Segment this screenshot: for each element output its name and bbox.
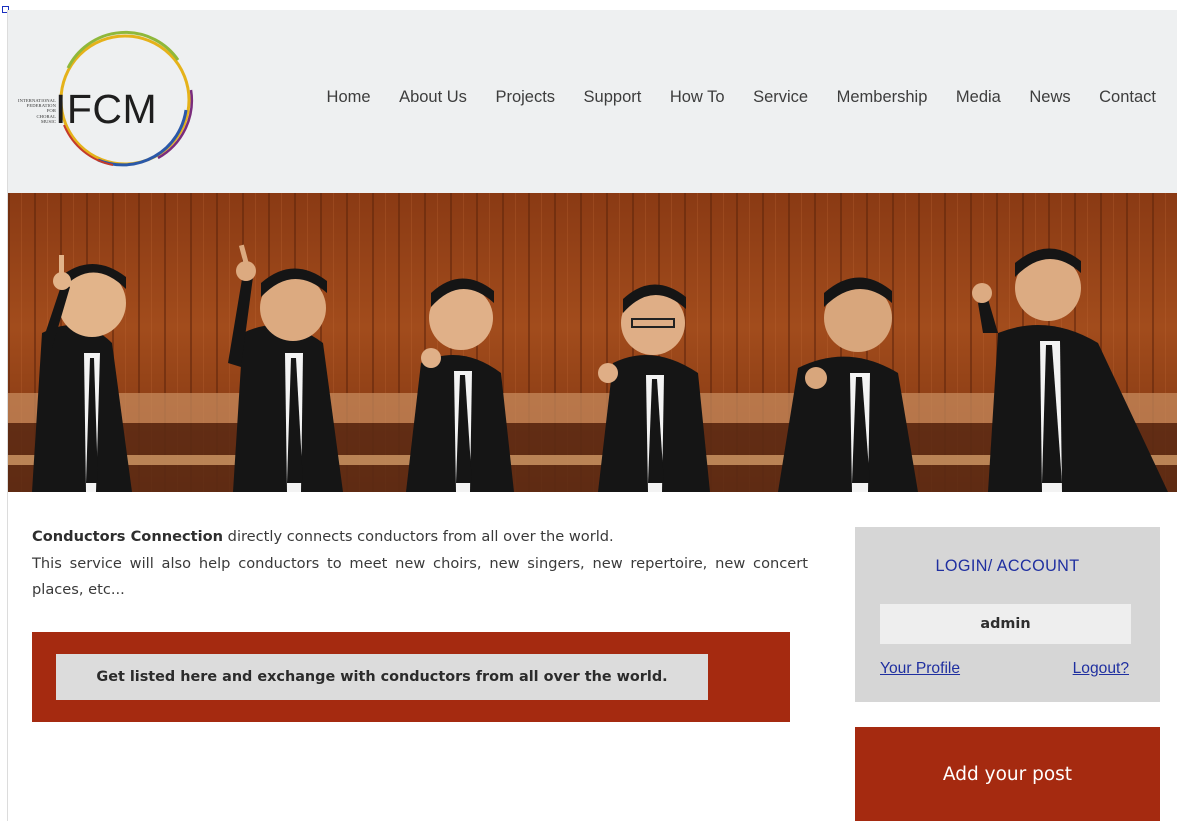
site-header: INTERNATIONAL FEDERATION FOR CHORAL MUSI…: [8, 10, 1177, 193]
nav-support[interactable]: Support: [584, 88, 642, 107]
logged-in-username: admin: [880, 604, 1131, 644]
main-navigation: Home About Us Projects Support How To Se…: [298, 88, 1156, 107]
logout-link[interactable]: Logout?: [1073, 660, 1129, 678]
nav-projects[interactable]: Projects: [495, 88, 555, 107]
nav-news[interactable]: News: [1029, 88, 1070, 107]
intro-text: Conductors Connection directly connects …: [32, 528, 808, 598]
your-profile-link[interactable]: Your Profile: [880, 660, 960, 678]
ifcm-logo[interactable]: INTERNATIONAL FEDERATION FOR CHORAL MUSI…: [8, 30, 208, 170]
logo-wordmark: IFCM: [55, 86, 158, 132]
add-your-post-button[interactable]: Add your post: [855, 727, 1160, 821]
nav-service[interactable]: Service: [753, 88, 808, 107]
nav-about-us[interactable]: About Us: [399, 88, 467, 107]
logo-federation-text: INTERNATIONAL FEDERATION FOR CHORAL MUSI…: [17, 98, 56, 124]
nav-media[interactable]: Media: [956, 88, 1001, 107]
service-name: Conductors Connection: [32, 528, 224, 545]
nav-home[interactable]: Home: [327, 88, 371, 107]
hero-banner-image: [8, 193, 1177, 492]
get-listed-button[interactable]: Get listed here and exchange with conduc…: [56, 654, 708, 700]
nav-how-to[interactable]: How To: [670, 88, 725, 107]
intro-section: Conductors Connection directly connects …: [32, 524, 808, 604]
nav-membership[interactable]: Membership: [837, 88, 928, 107]
get-listed-panel: Get listed here and exchange with conduc…: [32, 632, 790, 722]
nav-contact[interactable]: Contact: [1099, 88, 1156, 107]
login-account-panel: LOGIN/ ACCOUNT admin Your Profile Logout…: [855, 527, 1160, 702]
login-title: LOGIN/ ACCOUNT: [935, 557, 1080, 575]
